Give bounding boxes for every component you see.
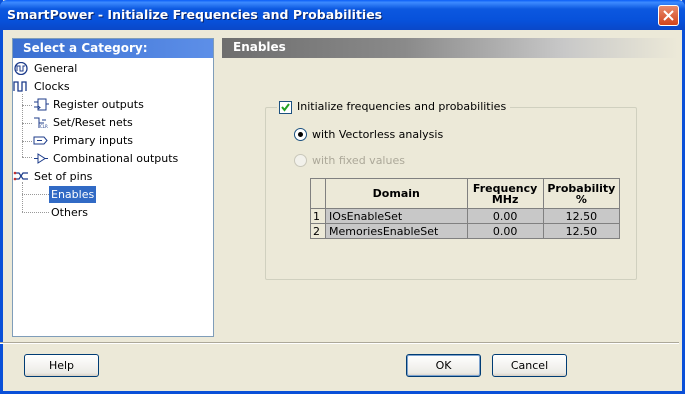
probability-column-header[interactable]: Probability % [542,178,621,209]
svg-text:CLR: CLR [40,124,48,129]
grid-corner-header [309,178,327,209]
vectorless-radio-label: with Vectorless analysis [312,128,444,141]
cancel-button[interactable]: Cancel [492,354,567,377]
primary-input-icon [33,136,48,145]
tree-connector [22,194,49,195]
tree-item-label: Primary inputs [53,134,134,147]
tree-item-label: Clocks [34,80,70,93]
fixed-values-radio-label: with fixed values [312,154,405,167]
domain-column-header[interactable]: Domain [325,178,468,209]
footer-separator [0,342,679,344]
tree-connector [22,123,32,124]
tree-item-label: Combinational outputs [53,152,179,165]
tree-connector [22,182,23,212]
vectorless-radio[interactable] [294,128,307,141]
title-bar[interactable]: SmartPower - Initialize Frequencies and … [0,0,685,30]
close-button[interactable] [658,5,679,26]
clock-waveform-icon [13,81,27,92]
tree-item-label: Others [51,206,88,219]
register-icon [34,98,49,111]
category-header: Select a Category: [13,39,213,58]
tree-connector [22,94,23,157]
checkmark-icon [281,102,290,112]
frequency-cell[interactable]: 0.00 [466,223,544,239]
table-row[interactable]: 2 MemoriesEnableSet 0.00 12.50 [309,223,621,239]
tree-item-label: Register outputs [53,98,144,111]
init-checkbox-row[interactable]: Initialize frequencies and probabilities [277,100,511,116]
fixed-values-radio[interactable] [294,154,307,167]
category-tree[interactable]: Select a Category: General Clocks Regist… [12,38,214,337]
tree-item-label: Set of pins [34,170,93,183]
tree-item-label: General [34,62,78,75]
domain-grid[interactable]: Domain Frequency MHz Probability % 1 IOs… [309,178,621,240]
combinational-icon [34,153,48,164]
frequency-cell[interactable]: 0.00 [466,208,544,224]
tree-connector [22,157,32,158]
frequency-column-header[interactable]: Frequency MHz [466,178,544,209]
close-icon [663,10,674,21]
domain-cell[interactable]: MemoriesEnableSet [325,223,468,239]
tree-connector [22,105,32,106]
probability-cell[interactable]: 12.50 [542,223,621,239]
domain-cell[interactable]: IOsEnableSet [325,208,468,224]
set-reset-icon: CLR [34,117,48,129]
waveform-general-icon [14,62,28,75]
probability-cell[interactable]: 12.50 [542,208,621,224]
init-checkbox[interactable] [279,100,292,114]
tree-item-label: Set/Reset nets [53,116,133,129]
row-number: 2 [309,223,327,239]
tree-connector [22,212,49,213]
pin-set-icon [13,171,28,181]
init-checkbox-label: Initialize frequencies and probabilities [297,100,507,113]
help-button[interactable]: Help [24,354,99,377]
table-row[interactable]: 1 IOsEnableSet 0.00 12.50 [309,208,621,224]
window-title: SmartPower - Initialize Frequencies and … [7,7,383,22]
tree-item-label: Enables [49,186,97,203]
ok-button[interactable]: OK [406,354,481,377]
row-number: 1 [309,208,327,224]
panel-header: Enables [222,38,678,58]
tree-connector [22,141,32,142]
